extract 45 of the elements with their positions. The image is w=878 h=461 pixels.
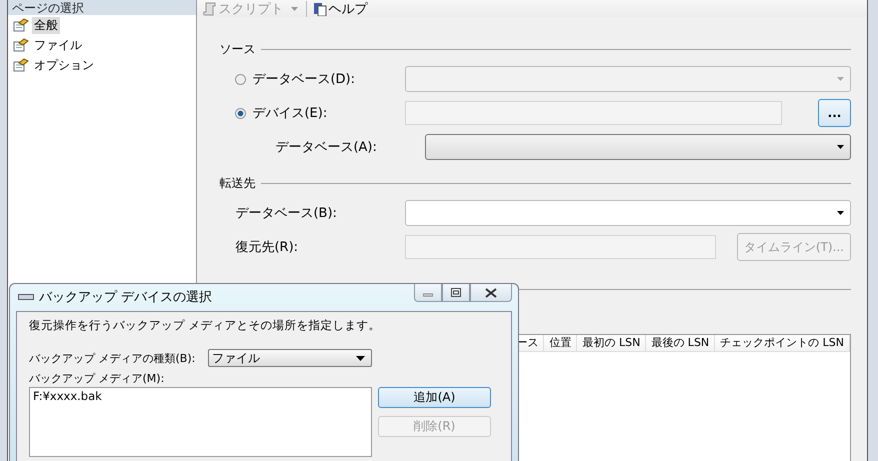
device-radio[interactable]: デバイス(E): (219, 104, 406, 122)
minimize-button[interactable] (414, 284, 442, 302)
close-button[interactable] (470, 284, 512, 302)
dialog-title: バックアップ デバイスの選択 (39, 289, 212, 306)
field-label: 復元先(R): (234, 239, 300, 256)
database-dropdown[interactable] (405, 200, 851, 226)
dialog-button[interactable]: 追加(A) (378, 387, 491, 408)
column-header[interactable]: チェックポイントの LSN (715, 335, 850, 351)
browse-button[interactable]: ... (818, 99, 851, 127)
scroll-icon (203, 2, 218, 16)
page-item[interactable]: オプション (32, 56, 96, 74)
dialog-description: 復元操作を行うバックアップ メディアとその場所を指定します。 (29, 318, 382, 333)
help-button[interactable]: ヘルプ (311, 0, 370, 18)
dropdown-caret-icon[interactable] (291, 6, 298, 10)
database-radio[interactable]: データベース(D): (219, 70, 406, 88)
field-label: バックアップ メディアの種類(B): (29, 350, 196, 366)
device-field[interactable] (405, 101, 782, 125)
maximize-button[interactable] (442, 284, 470, 302)
sidebar-header: ページの選択 (8, 0, 196, 15)
restore-to-field[interactable] (405, 235, 716, 259)
column-header[interactable]: 最後の LSN (646, 335, 716, 351)
field-label: データベース(B): (234, 205, 338, 222)
column-header[interactable]: 最初の LSN (577, 335, 646, 351)
drive-icon (18, 294, 34, 300)
caret-icon (837, 211, 844, 215)
close-icon (485, 288, 497, 298)
section-title: ソース (219, 40, 256, 58)
document-icon (313, 2, 328, 16)
media-type-dropdown[interactable]: ファイル (208, 349, 372, 367)
media-list-item[interactable]: F:¥xxxx.bak (33, 389, 368, 403)
caret-icon (837, 145, 844, 149)
database-dropdown[interactable] (425, 134, 851, 160)
column-header[interactable]: 位置 (544, 335, 578, 351)
page-icon (13, 18, 29, 32)
page-icon (13, 58, 29, 72)
page-item[interactable]: ファイル (32, 36, 84, 54)
section-title: 転送先 (219, 174, 256, 192)
field-label: データベース(A): (274, 139, 378, 156)
field-label: バックアップ メディア(M): (29, 371, 166, 386)
page-icon (13, 38, 29, 52)
caret-icon (837, 77, 844, 81)
page-item[interactable]: 全般 (32, 16, 60, 34)
maximize-icon (451, 288, 461, 297)
database-dropdown[interactable] (405, 66, 851, 92)
caret-icon (356, 356, 365, 360)
